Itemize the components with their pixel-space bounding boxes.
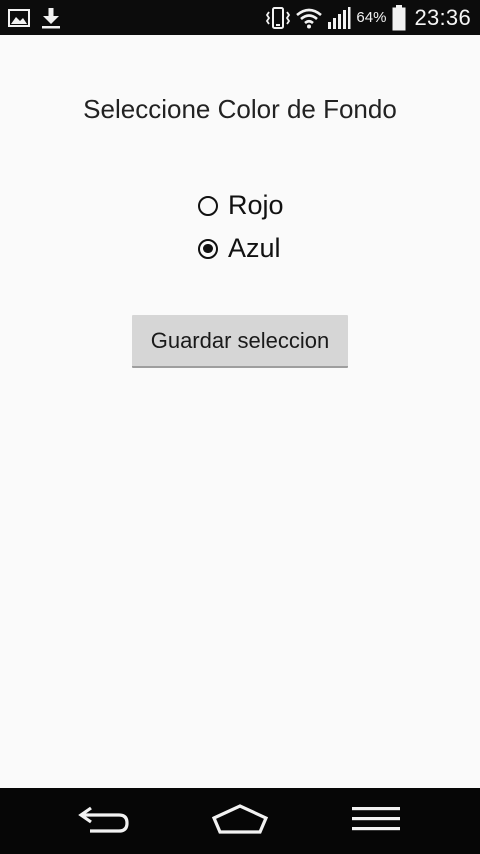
battery-percent: 64% [356, 9, 387, 26]
back-button[interactable] [54, 788, 154, 854]
vibrate-icon [265, 6, 291, 30]
radio-button-rojo[interactable] [198, 195, 218, 216]
status-bar-right: 64% 23:36 [265, 0, 471, 35]
app-screen: 64% 23:36 Seleccione Color de Fondo Rojo… [0, 0, 480, 854]
page-title: Seleccione Color de Fondo [83, 94, 397, 124]
clock: 23:36 [414, 4, 471, 30]
back-icon [77, 802, 131, 841]
home-button[interactable] [190, 788, 290, 854]
menu-button[interactable] [326, 788, 426, 854]
status-bar-left [8, 0, 62, 35]
navigation-bar [0, 788, 480, 854]
download-icon [40, 7, 62, 29]
menu-icon [351, 805, 401, 838]
status-bar: 64% 23:36 [0, 0, 480, 35]
signal-icon [327, 6, 351, 30]
radio-label-azul[interactable]: Azul [228, 233, 281, 264]
image-icon [8, 8, 30, 27]
radio-option-azul[interactable]: Azul [197, 227, 284, 270]
save-selection-button[interactable]: Guardar seleccion [132, 315, 348, 368]
color-radio-group: Rojo Azul [197, 184, 284, 270]
radio-option-rojo[interactable]: Rojo [197, 184, 284, 227]
wifi-icon [295, 7, 323, 29]
battery-icon [392, 4, 406, 31]
radio-button-azul[interactable] [198, 238, 218, 259]
home-icon [211, 803, 269, 840]
radio-label-rojo[interactable]: Rojo [228, 190, 284, 221]
